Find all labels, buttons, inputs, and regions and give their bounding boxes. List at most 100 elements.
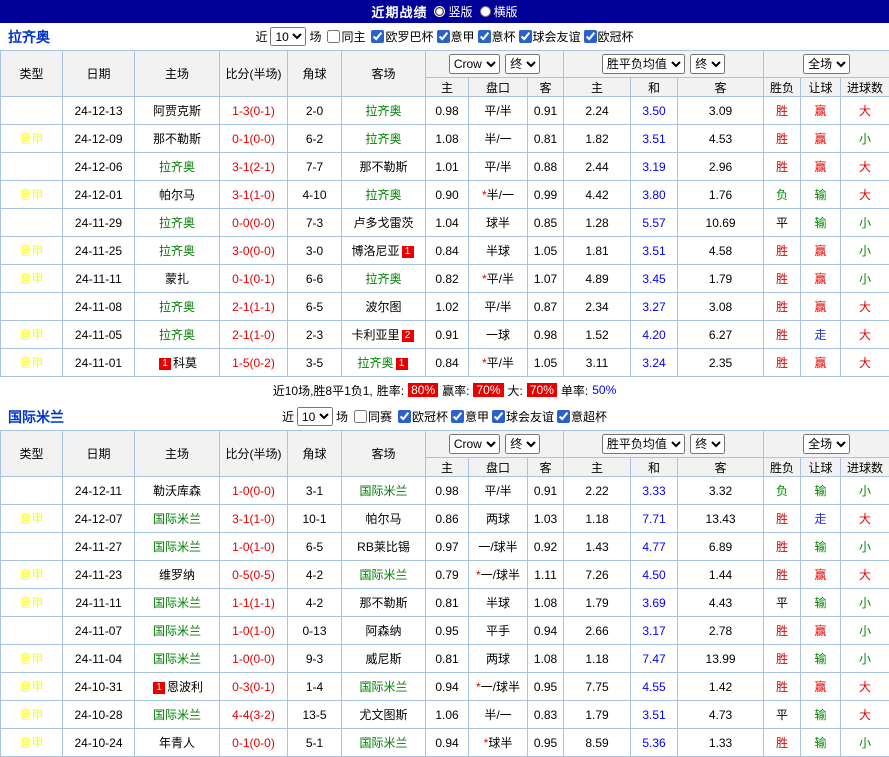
- horizontal-radio[interactable]: [480, 6, 491, 17]
- page-title: 近期战绩: [371, 2, 427, 21]
- match-date-cell: 24-11-08: [63, 293, 135, 321]
- avg-home-odds-cell: 1.79: [564, 701, 631, 729]
- handicap-line-cell: 半/一: [469, 701, 528, 729]
- handicap-home-odds-cell: 1.04: [426, 209, 469, 237]
- match-date-cell: 24-10-31: [63, 673, 135, 701]
- same-venue-filter[interactable]: 同赛: [354, 408, 392, 425]
- odds-time-select[interactable]: 终: [505, 434, 540, 454]
- avg-time-select[interactable]: 终: [690, 434, 725, 454]
- near-label: 近: [282, 408, 294, 425]
- team-link[interactable]: 国际米兰: [8, 407, 64, 427]
- avg-home-odds-cell: 4.89: [564, 265, 631, 293]
- league-label: 欧冠杯: [598, 28, 634, 45]
- league-filter[interactable]: 欧罗巴杯: [371, 28, 433, 45]
- away-favorite-star: *: [482, 356, 487, 370]
- handicap-result-cell: 赢: [801, 673, 841, 701]
- avg-away-odds-cell: 1.44: [678, 561, 764, 589]
- section-header-bar: 国际米兰 近 10 场 同赛 欧冠杯意甲球会友谊意超杯: [0, 403, 889, 430]
- league-filter[interactable]: 意杯: [478, 28, 516, 45]
- handicap-away-odds-cell: 1.11: [528, 561, 564, 589]
- team-name: 国际米兰: [359, 568, 407, 582]
- scope-select[interactable]: 全场: [803, 54, 850, 74]
- league-checkbox[interactable]: [371, 30, 384, 43]
- handicap-line-cell: 球半: [469, 209, 528, 237]
- handicap-away-odds-cell: 0.91: [528, 477, 564, 505]
- col-type: 类型: [1, 431, 63, 477]
- same-venue-checkbox[interactable]: [327, 30, 340, 43]
- team-name: 国际米兰: [153, 708, 201, 722]
- away-favorite-star: *: [476, 680, 481, 694]
- sub-avg-away: 客: [678, 78, 764, 97]
- handicap-result-cell: 走: [801, 505, 841, 533]
- league-checkbox[interactable]: [519, 30, 532, 43]
- vertical-radio[interactable]: [434, 6, 445, 17]
- team-link[interactable]: 拉齐奥: [8, 27, 50, 47]
- match-count-select[interactable]: 10: [270, 27, 306, 46]
- home-team-cell: 1恩波利: [135, 673, 220, 701]
- league-checkbox[interactable]: [557, 410, 570, 423]
- avg-away-odds-cell: 1.33: [678, 729, 764, 757]
- competition-type-cell: 欧罗巴杯: [1, 293, 63, 321]
- layout-vertical-option[interactable]: 竖版: [434, 3, 472, 20]
- league-filter[interactable]: 意甲: [437, 28, 475, 45]
- avg-odds-select[interactable]: 胜平负均值: [602, 54, 685, 74]
- odds-company-select[interactable]: Crow: [449, 434, 500, 454]
- corner-score-cell: 3-0: [288, 237, 342, 265]
- league-filter[interactable]: 意超杯: [557, 408, 607, 425]
- section-header-bar: 拉齐奥 近 10 场 同主 欧罗巴杯意甲意杯球会友谊欧冠杯: [0, 23, 889, 50]
- league-checkbox[interactable]: [478, 30, 491, 43]
- league-label: 意甲: [465, 408, 489, 425]
- league-checkbox[interactable]: [451, 410, 464, 423]
- competition-type-cell: 欧冠杯: [1, 617, 63, 645]
- layout-horizontal-option[interactable]: 横版: [480, 3, 518, 20]
- match-score-cell: 3-0(0-0): [220, 237, 288, 265]
- match-date-cell: 24-12-07: [63, 505, 135, 533]
- league-checkbox[interactable]: [492, 410, 505, 423]
- odds-company-select[interactable]: Crow: [449, 54, 500, 74]
- corner-score-cell: 9-3: [288, 645, 342, 673]
- home-team-cell: 1科莫: [135, 349, 220, 377]
- match-date-cell: 24-11-05: [63, 321, 135, 349]
- league-filter[interactable]: 欧冠杯: [584, 28, 634, 45]
- handicap-result-cell: 赢: [801, 153, 841, 181]
- odds-time-select[interactable]: 终: [505, 54, 540, 74]
- corner-score-cell: 6-5: [288, 293, 342, 321]
- same-venue-label: 同主: [341, 28, 365, 45]
- league-filter[interactable]: 球会友谊: [492, 408, 554, 425]
- league-checkbox[interactable]: [584, 30, 597, 43]
- league-filter[interactable]: 欧冠杯: [398, 408, 448, 425]
- team-name: 那不勒斯: [359, 160, 407, 174]
- league-filter[interactable]: 球会友谊: [519, 28, 581, 45]
- goals-result-cell: 大: [841, 673, 889, 701]
- match-score-cell: 1-0(0-0): [220, 477, 288, 505]
- goals-result-cell: 小: [841, 589, 889, 617]
- goals-result-cell: 大: [841, 505, 889, 533]
- result-cell: 胜: [764, 645, 801, 673]
- corner-score-cell: 10-1: [288, 505, 342, 533]
- games-label: 场: [309, 28, 321, 45]
- away-team-cell: 拉齐奥1: [342, 349, 426, 377]
- handicap-home-odds-cell: 1.02: [426, 293, 469, 321]
- league-filter[interactable]: 意甲: [451, 408, 489, 425]
- avg-away-odds-cell: 1.42: [678, 673, 764, 701]
- avg-away-odds-cell: 1.76: [678, 181, 764, 209]
- away-team-cell: 博洛尼亚1: [342, 237, 426, 265]
- team-name: 帕尔马: [365, 512, 401, 526]
- avg-odds-select[interactable]: 胜平负均值: [602, 434, 685, 454]
- handicap-home-odds-cell: 0.79: [426, 561, 469, 589]
- avg-time-select[interactable]: 终: [690, 54, 725, 74]
- team-name: 拉齐奥: [357, 356, 393, 370]
- scope-select[interactable]: 全场: [803, 434, 850, 454]
- league-checkbox[interactable]: [437, 30, 450, 43]
- same-venue-filter[interactable]: 同主: [327, 28, 365, 45]
- away-team-cell: 威尼斯: [342, 645, 426, 673]
- handicap-home-odds-cell: 0.94: [426, 673, 469, 701]
- away-team-cell: 国际米兰: [342, 729, 426, 757]
- same-venue-checkbox[interactable]: [354, 410, 367, 423]
- sub-handicap: 盘口: [469, 458, 528, 477]
- sub-home-odds: 主: [426, 458, 469, 477]
- league-checkbox[interactable]: [398, 410, 411, 423]
- home-team-cell: 拉齐奥: [135, 293, 220, 321]
- handicap-away-odds-cell: 1.08: [528, 645, 564, 673]
- match-count-select[interactable]: 10: [297, 407, 333, 426]
